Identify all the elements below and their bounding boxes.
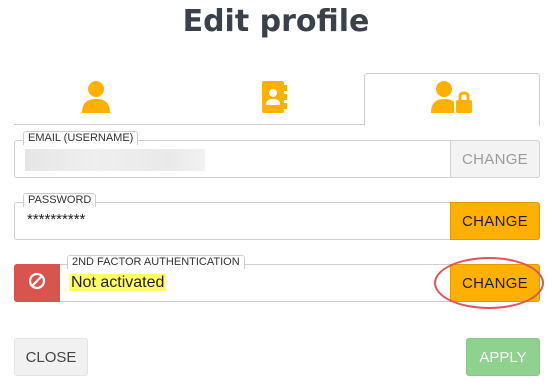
email-redacted-value bbox=[25, 149, 205, 171]
password-value: ********** bbox=[27, 211, 86, 228]
password-change-button[interactable]: CHANGE bbox=[450, 202, 540, 240]
tab-user[interactable] bbox=[26, 73, 166, 125]
contact-book-icon bbox=[260, 80, 288, 119]
password-legend: PASSWORD bbox=[23, 193, 97, 207]
ban-icon bbox=[28, 272, 46, 295]
tab-security[interactable] bbox=[364, 73, 540, 126]
profile-tabs bbox=[14, 73, 540, 126]
dialog-title: Edit profile bbox=[182, 4, 370, 39]
twofa-status-text: Not activated bbox=[69, 274, 167, 291]
email-field: EMAIL (USERNAME) CHANGE bbox=[14, 131, 540, 178]
apply-button[interactable]: APPLY bbox=[466, 338, 540, 376]
email-change-button[interactable]: CHANGE bbox=[450, 140, 540, 178]
email-legend: EMAIL (USERNAME) bbox=[23, 131, 139, 145]
password-field: PASSWORD ********** CHANGE bbox=[14, 193, 540, 240]
twofa-legend: 2ND FACTOR AUTHENTICATION bbox=[67, 255, 245, 269]
user-lock-icon bbox=[431, 80, 473, 119]
twofa-status-box bbox=[14, 264, 60, 302]
tab-contacts[interactable] bbox=[204, 73, 344, 125]
user-icon bbox=[81, 80, 111, 119]
annotation-circle bbox=[434, 257, 544, 309]
close-button[interactable]: CLOSE bbox=[14, 338, 88, 376]
twofa-status: Not activated bbox=[69, 274, 167, 292]
